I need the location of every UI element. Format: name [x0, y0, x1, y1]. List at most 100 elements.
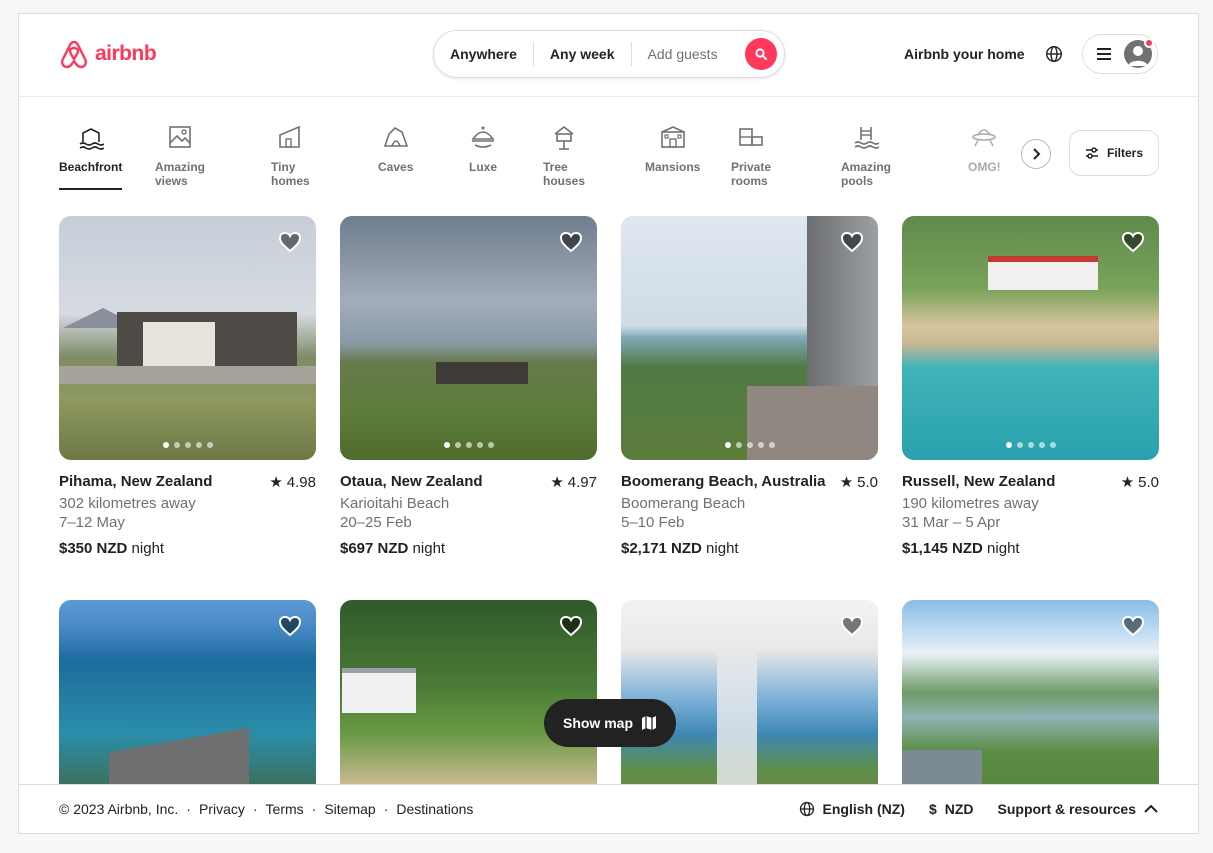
category-amazing-views[interactable]: Amazing views [155, 124, 205, 188]
category-luxe[interactable]: Luxe [469, 124, 497, 174]
footer-link-privacy[interactable]: Privacy [199, 801, 245, 817]
listing-photo[interactable] [621, 216, 878, 460]
listing-rating: ★ 5.0 [839, 473, 878, 492]
listing-price: $350 NZD night [59, 540, 316, 557]
beachfront-icon [79, 128, 104, 150]
listing-location: Karioitahi Beach [340, 495, 450, 512]
listing-card[interactable]: Pihama, New Zealand ★ 4.98 302 kilometres… [59, 216, 316, 557]
category-beachfront[interactable]: Beachfront [59, 124, 123, 190]
star-icon: ★ [839, 474, 854, 491]
listing-photo[interactable] [59, 216, 316, 460]
listing-rating: ★ 5.0 [1120, 473, 1159, 492]
price-unit: night [131, 540, 165, 557]
photo-dots [340, 442, 597, 448]
house-shape [342, 668, 416, 713]
category-tiny-homes[interactable]: Tiny homes [271, 124, 310, 188]
show-map-button[interactable]: Show map [544, 699, 676, 747]
footer-link-destinations[interactable]: Destinations [396, 801, 473, 817]
tiny-home-icon [279, 125, 301, 148]
search-anywhere-button[interactable]: Anywhere [434, 46, 533, 62]
listing-dates: 7–12 May [59, 514, 125, 531]
menu-icon [1097, 48, 1111, 60]
views-icon [169, 126, 191, 148]
listing-photo[interactable] [340, 216, 597, 460]
listing-card[interactable]: Boomerang Beach, Australia ★ 5.0 Boomeran… [621, 216, 878, 557]
header: airbnb Anywhere Any week Add guests Airb… [19, 14, 1198, 97]
search-button[interactable] [745, 38, 777, 70]
filters-label: Filters [1106, 146, 1143, 160]
house-shape [436, 362, 528, 384]
ufo-icon [972, 129, 997, 147]
category-tree-houses[interactable]: Tree houses [543, 124, 585, 188]
category-omg[interactable]: OMG! [968, 124, 1001, 174]
category-next-button[interactable] [1021, 139, 1051, 169]
filters-icon [1085, 147, 1098, 159]
photo-dots [59, 442, 316, 448]
listing-rating: ★ 4.97 [550, 473, 597, 492]
heart-icon[interactable] [840, 230, 864, 254]
search-any-week-button[interactable]: Any week [534, 46, 631, 62]
heart-icon[interactable] [559, 230, 583, 254]
listing-photo[interactable] [902, 216, 1159, 460]
house-shape [988, 256, 1098, 290]
support-resources-button[interactable]: Support & resources [998, 801, 1158, 817]
rating-value: 5.0 [857, 473, 878, 491]
treehouse-icon [554, 125, 574, 150]
listing-price: $1,145 NZD night [902, 540, 1159, 557]
category-label: Caves [378, 160, 414, 174]
listing-card[interactable]: Russell, New Zealand ★ 5.0 190 kilometres… [902, 216, 1159, 557]
heart-icon[interactable] [278, 614, 302, 638]
search-icon [755, 48, 767, 60]
category-label: Mansions [645, 160, 701, 174]
footer: © 2023 Airbnb, Inc. · Privacy · Terms · … [19, 784, 1198, 833]
search-add-guests-button[interactable]: Add guests [632, 46, 734, 62]
category-label: Tree houses [543, 160, 586, 188]
listing-price: $2,171 NZD night [621, 540, 878, 557]
chevron-right-icon [1033, 148, 1041, 160]
airbnb-logo[interactable]: airbnb [59, 38, 157, 70]
category-caves[interactable]: Caves [378, 124, 413, 174]
footer-link-terms[interactable]: Terms [266, 801, 304, 817]
heart-icon[interactable] [1121, 230, 1145, 254]
category-label: Private rooms [731, 160, 772, 188]
heart-icon[interactable] [559, 614, 583, 638]
category-amazing-pools[interactable]: Amazing pools [841, 124, 891, 188]
active-underline [59, 188, 123, 190]
heart-icon[interactable] [840, 614, 864, 638]
listing-price: $697 NZD night [340, 540, 597, 557]
currency-selector[interactable]: $ NZD [929, 801, 974, 817]
category-label: Beachfront [59, 160, 123, 174]
listing-title: Otaua, New Zealand [340, 473, 483, 490]
rating-value: 4.98 [286, 473, 316, 491]
category-label: Amazing pools [841, 160, 892, 188]
currency-label: NZD [944, 801, 974, 817]
category-private-rooms[interactable]: Private rooms [731, 124, 771, 188]
category-label: Tiny homes [271, 160, 310, 188]
search-bar[interactable]: Anywhere Any week Add guests [433, 30, 785, 78]
filters-button[interactable]: Filters [1069, 130, 1159, 176]
heart-icon[interactable] [1121, 614, 1145, 638]
star-icon: ★ [1120, 474, 1135, 491]
language-selector[interactable]: English (NZ) [799, 801, 905, 817]
footer-link-sitemap[interactable]: Sitemap [324, 801, 375, 817]
category-mansions[interactable]: Mansions [645, 124, 700, 174]
brand-wordmark: airbnb [95, 42, 157, 65]
price-amount: $1,145 NZD [902, 540, 983, 557]
show-map-label: Show map [562, 715, 633, 731]
notification-dot [1144, 38, 1154, 48]
category-label: OMG! [968, 160, 1001, 174]
airbnb-your-home-link[interactable]: Airbnb your home [904, 46, 1025, 62]
user-menu-button[interactable] [1082, 34, 1158, 74]
listing-dates: 31 Mar – 5 Apr [902, 514, 1001, 531]
listing-location: Boomerang Beach [621, 495, 746, 512]
globe-icon [799, 801, 814, 817]
globe-icon[interactable] [1045, 45, 1063, 63]
heart-icon[interactable] [278, 230, 302, 254]
star-icon: ★ [550, 474, 564, 491]
deck-floor [747, 386, 878, 460]
listing-card[interactable]: Otaua, New Zealand ★ 4.97 Karioitahi Beac… [340, 216, 597, 557]
airbnb-page: airbnb Anywhere Any week Add guests Airb… [18, 13, 1199, 834]
mansion-icon [660, 126, 685, 148]
rating-value: 4.97 [567, 473, 597, 491]
category-label: Amazing views [155, 160, 206, 188]
